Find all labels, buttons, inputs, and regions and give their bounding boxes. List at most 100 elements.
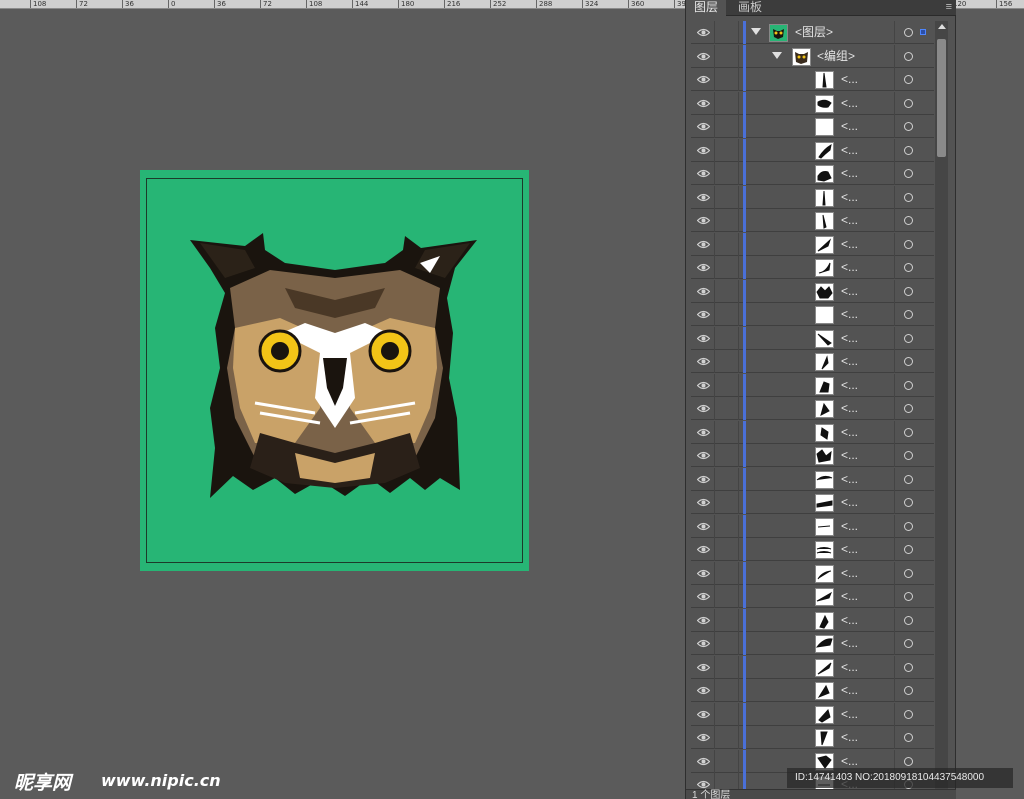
visibility-toggle[interactable] xyxy=(691,397,715,420)
tab-layers[interactable]: 图层 xyxy=(686,0,727,16)
layer-name[interactable]: <... xyxy=(841,165,858,181)
target-circle-icon[interactable] xyxy=(904,357,913,366)
visibility-toggle[interactable] xyxy=(691,232,715,256)
sublayer-row[interactable]: <... xyxy=(691,91,934,115)
lock-toggle[interactable] xyxy=(715,397,739,420)
visibility-toggle[interactable] xyxy=(691,679,715,702)
lock-toggle[interactable] xyxy=(715,608,739,632)
scroll-thumb[interactable] xyxy=(937,39,946,157)
layer-name[interactable]: <... xyxy=(841,471,858,487)
scroll-up-icon[interactable] xyxy=(938,24,946,29)
artboard[interactable] xyxy=(140,170,529,571)
sublayer-row[interactable]: <... xyxy=(691,373,934,397)
lock-toggle[interactable] xyxy=(715,585,739,608)
visibility-toggle[interactable] xyxy=(691,209,715,232)
sublayer-row[interactable]: <... xyxy=(691,162,934,185)
owl-illustration[interactable] xyxy=(185,228,485,508)
target-circle-icon[interactable] xyxy=(904,169,913,178)
visibility-toggle[interactable] xyxy=(691,538,715,561)
target-cell[interactable] xyxy=(894,585,934,608)
layer-name[interactable]: <... xyxy=(841,424,858,440)
target-circle-icon[interactable] xyxy=(904,404,913,413)
target-circle-icon[interactable] xyxy=(904,521,913,531)
layer-name[interactable]: <... xyxy=(841,306,858,322)
target-circle-icon[interactable] xyxy=(904,216,913,225)
visibility-toggle[interactable] xyxy=(691,420,715,444)
layer-name[interactable]: <... xyxy=(841,95,858,111)
target-circle-icon[interactable] xyxy=(904,263,913,272)
target-circle-icon[interactable] xyxy=(904,192,913,202)
sublayer-row[interactable]: <... xyxy=(691,444,934,467)
lock-toggle[interactable] xyxy=(715,232,739,256)
target-cell[interactable] xyxy=(894,326,934,350)
target-cell[interactable] xyxy=(894,467,934,491)
visibility-toggle[interactable] xyxy=(691,373,715,397)
target-circle-icon[interactable] xyxy=(904,333,913,343)
visibility-toggle[interactable] xyxy=(691,561,715,585)
visibility-toggle[interactable] xyxy=(691,256,715,279)
visibility-toggle[interactable] xyxy=(691,632,715,655)
layer-name[interactable]: <... xyxy=(841,400,858,416)
layer-name[interactable]: <... xyxy=(841,682,858,698)
panel-menu-icon[interactable]: ≡ xyxy=(946,0,952,14)
target-cell[interactable] xyxy=(894,21,934,44)
sublayer-row[interactable]: <... xyxy=(691,561,934,585)
target-cell[interactable] xyxy=(894,726,934,749)
lock-toggle[interactable] xyxy=(715,679,739,702)
lock-toggle[interactable] xyxy=(715,467,739,491)
target-circle-icon[interactable] xyxy=(904,28,913,37)
lock-toggle[interactable] xyxy=(715,561,739,585)
target-cell[interactable] xyxy=(894,397,934,420)
sublayer-row[interactable]: <... xyxy=(691,608,934,632)
lock-toggle[interactable] xyxy=(715,68,739,91)
layer-name[interactable]: <... xyxy=(841,236,858,252)
layer-name[interactable]: <... xyxy=(841,659,858,675)
target-cell[interactable] xyxy=(894,303,934,326)
target-circle-icon[interactable] xyxy=(904,310,913,319)
target-circle-icon[interactable] xyxy=(904,662,913,672)
visibility-toggle[interactable] xyxy=(691,326,715,350)
lock-toggle[interactable] xyxy=(715,326,739,350)
visibility-toggle[interactable] xyxy=(691,655,715,679)
sublayer-row[interactable]: <... xyxy=(691,138,934,162)
layer-name[interactable]: <... xyxy=(841,142,858,158)
sublayer-row[interactable]: <... xyxy=(691,702,934,726)
target-cell[interactable] xyxy=(894,68,934,91)
visibility-toggle[interactable] xyxy=(691,21,715,44)
visibility-toggle[interactable] xyxy=(691,608,715,632)
target-circle-icon[interactable] xyxy=(904,451,913,460)
target-cell[interactable] xyxy=(894,115,934,138)
layer-name[interactable]: <... xyxy=(841,753,858,769)
layer-name[interactable]: <... xyxy=(841,518,858,534)
sublayer-row[interactable]: <... xyxy=(691,491,934,514)
sublayer-row[interactable]: <... xyxy=(691,303,934,326)
target-circle-icon[interactable] xyxy=(904,639,913,648)
visibility-toggle[interactable] xyxy=(691,68,715,91)
target-cell[interactable] xyxy=(894,91,934,115)
target-cell[interactable] xyxy=(894,350,934,373)
target-circle-icon[interactable] xyxy=(904,498,913,507)
layer-row-top[interactable]: <图层> xyxy=(691,21,934,44)
visibility-toggle[interactable] xyxy=(691,138,715,162)
target-cell[interactable] xyxy=(894,444,934,467)
sublayer-row[interactable]: <... xyxy=(691,585,934,608)
visibility-toggle[interactable] xyxy=(691,585,715,608)
target-cell[interactable] xyxy=(894,373,934,397)
layer-name[interactable]: <... xyxy=(841,588,858,604)
visibility-toggle[interactable] xyxy=(691,773,715,789)
target-circle-icon[interactable] xyxy=(904,709,913,719)
expand-arrow-icon[interactable] xyxy=(751,28,761,35)
sublayer-row[interactable]: <... xyxy=(691,68,934,91)
visibility-toggle[interactable] xyxy=(691,162,715,185)
layer-name[interactable]: <... xyxy=(841,377,858,393)
target-circle-icon[interactable] xyxy=(904,733,913,742)
target-circle-icon[interactable] xyxy=(904,75,913,84)
visibility-toggle[interactable] xyxy=(691,185,715,209)
lock-toggle[interactable] xyxy=(715,538,739,561)
layers-list[interactable]: <图层> <编组> <... <... <... <... <... <... <... <...… xyxy=(691,21,934,789)
lock-toggle[interactable] xyxy=(715,514,739,538)
target-cell[interactable] xyxy=(894,138,934,162)
expand-arrow-icon[interactable] xyxy=(772,51,782,59)
visibility-toggle[interactable] xyxy=(691,444,715,467)
sublayer-row[interactable]: <... xyxy=(691,538,934,561)
